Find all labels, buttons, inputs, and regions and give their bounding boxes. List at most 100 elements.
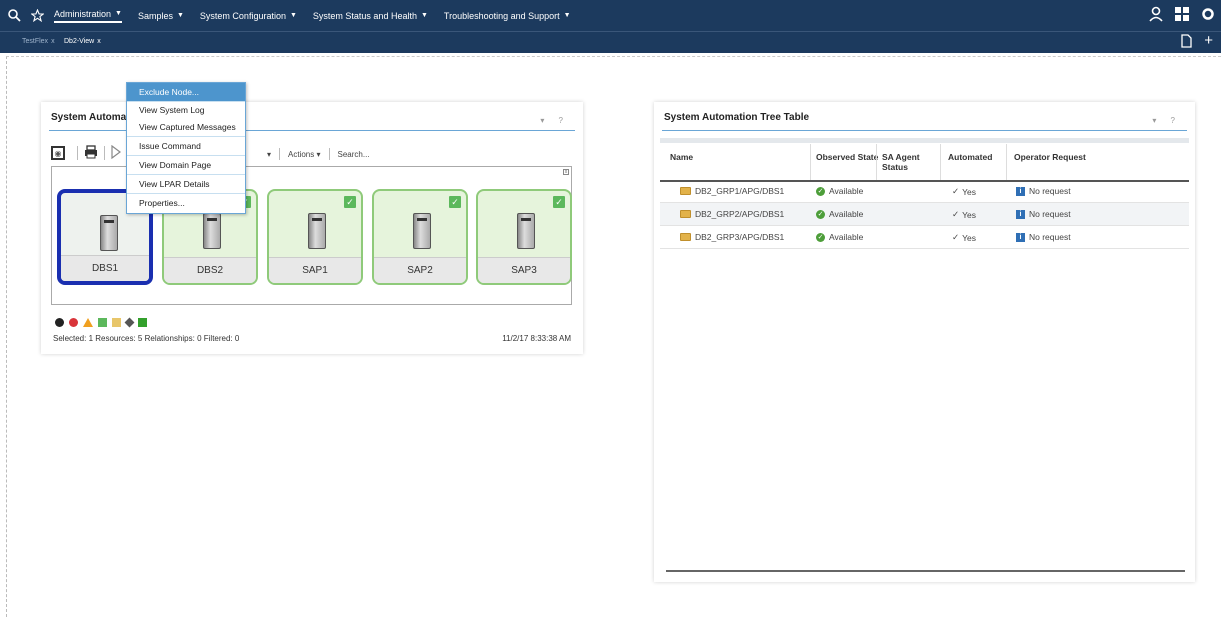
panel-controls[interactable]: ▾ ?	[1152, 116, 1181, 125]
close-icon[interactable]: x	[97, 38, 101, 45]
panel-title: System Automation Tree Table	[664, 112, 810, 123]
selection-status: Selected: 1 Resources: 5 Relationships: …	[53, 334, 240, 343]
table-bottom-rule	[666, 570, 1185, 572]
menu-view-domain-page[interactable]: View Domain Page	[127, 156, 245, 175]
node-label: DBS2	[164, 257, 256, 283]
menu-exclude-node[interactable]: Exclude Node...	[127, 83, 245, 102]
online-icon[interactable]	[138, 318, 147, 327]
diamond-icon[interactable]	[124, 317, 135, 328]
node-sap1[interactable]: ✓ SAP1	[267, 189, 363, 285]
grid-apps-icon[interactable]	[1175, 6, 1189, 22]
check-icon: ✓	[553, 196, 565, 208]
row-automated: Yes	[962, 232, 976, 243]
row-operator-request: No request	[1029, 186, 1071, 196]
system-automation-tree-table-panel: System Automation Tree Table ▾ ? Name Ob…	[654, 102, 1195, 582]
chevron-down-icon: ▼	[420, 12, 428, 19]
check-icon: ✓	[952, 186, 960, 196]
folder-icon	[680, 187, 691, 195]
user-icon[interactable]	[1149, 6, 1163, 22]
close-icon[interactable]: x	[51, 38, 55, 45]
column-automated[interactable]: Automated	[948, 152, 992, 162]
tab-db2-view[interactable]: Db2-View x	[64, 38, 101, 45]
info-icon: i	[1016, 232, 1025, 242]
overview-icon[interactable]: ◉	[51, 146, 65, 160]
actions-label: Actions	[288, 149, 315, 159]
menu-view-system-log[interactable]: View System Log	[127, 102, 245, 119]
column-divider	[876, 144, 877, 180]
check-icon: ✓	[952, 232, 960, 242]
system-automation-topology-panel: System Automati ▾ ? ◉ ▾ Actions ▾ Search…	[41, 102, 583, 354]
tab-testflex[interactable]: TestFlex x	[22, 38, 55, 45]
actions-dropdown-caret[interactable]: ▾	[267, 150, 271, 159]
chevron-down-icon: ▾	[316, 149, 321, 159]
topology-toolbar: ◉	[51, 144, 121, 162]
table-row[interactable]: DB2_GRP2/APG/DBS1 ✓ Available ✓ Yes i No re…	[660, 203, 1189, 226]
lock-icon[interactable]	[112, 318, 121, 327]
column-operator-request[interactable]: Operator Request	[1014, 152, 1086, 162]
column-sa-agent-status[interactable]: SA Agent Status	[882, 152, 932, 172]
row-name: DB2_GRP3/APG/DBS1	[695, 232, 785, 242]
toolbar-divider	[328, 148, 330, 160]
table-row[interactable]: DB2_GRP3/APG/DBS1 ✓ Available ✓ Yes i No re…	[660, 226, 1189, 249]
menu-view-captured-messages[interactable]: View Captured Messages	[127, 119, 245, 137]
new-page-icon[interactable]	[1181, 34, 1192, 51]
title-divider	[662, 130, 1187, 131]
server-icon	[100, 215, 118, 251]
menu-properties[interactable]: Properties...	[127, 194, 245, 213]
available-icon: ✓	[816, 209, 825, 219]
server-icon	[413, 213, 431, 249]
header-strip	[660, 138, 1189, 143]
gear-icon[interactable]	[1201, 6, 1215, 22]
top-navigation-bar: Administration ▼ Samples ▼ System Configur…	[0, 0, 1221, 31]
actions-dropdown[interactable]: Actions ▾	[288, 150, 320, 159]
main-menu: Administration ▼ Samples ▼ System Configur…	[54, 9, 587, 23]
add-icon[interactable]: +	[1204, 33, 1213, 51]
menu-troubleshooting-label: Troubleshooting and Support	[443, 10, 560, 21]
folder-icon	[680, 233, 691, 241]
chevron-down-icon: ▼	[563, 12, 571, 19]
pointer-tool-icon[interactable]	[111, 144, 121, 161]
node-label: DBS1	[61, 255, 149, 281]
favorites-star-icon[interactable]	[31, 9, 44, 22]
menu-issue-command[interactable]: Issue Command	[127, 137, 245, 156]
row-observed-state: Available	[829, 186, 864, 196]
tabbar-actions: +	[1181, 33, 1213, 51]
error-icon[interactable]	[69, 318, 78, 327]
search-field[interactable]: Search...	[338, 150, 370, 159]
menu-administration[interactable]: Administration ▼	[54, 9, 122, 23]
stopped-icon[interactable]	[55, 318, 64, 327]
menu-system-configuration[interactable]: System Configuration ▼	[200, 11, 297, 21]
row-name: DB2_GRP1/APG/DBS1	[695, 186, 785, 196]
row-observed-state: Available	[829, 209, 864, 219]
column-divider	[940, 144, 941, 180]
toolbar-divider	[279, 148, 281, 160]
node-sap3[interactable]: ✓ SAP3	[476, 189, 572, 285]
warning-icon[interactable]	[83, 318, 93, 327]
menu-troubleshooting[interactable]: Troubleshooting and Support ▼	[444, 11, 571, 21]
node-sap2[interactable]: ✓ SAP2	[372, 189, 468, 285]
chevron-down-icon: ▼	[176, 12, 184, 19]
check-icon: ✓	[952, 209, 960, 219]
available-icon: ✓	[816, 186, 825, 196]
ok-icon[interactable]	[98, 318, 107, 327]
toolbar-divider	[104, 146, 105, 160]
menu-samples-label: Samples	[137, 10, 173, 21]
column-name[interactable]: Name	[670, 152, 693, 162]
close-icon[interactable]: x	[563, 169, 569, 175]
panel-controls[interactable]: ▾ ?	[540, 116, 569, 125]
status-legend	[55, 317, 147, 328]
print-icon[interactable]	[84, 145, 98, 161]
node-context-menu: Exclude Node... View System Log View Cap…	[126, 82, 246, 214]
server-icon	[517, 213, 535, 249]
menu-view-lpar-details[interactable]: View LPAR Details	[127, 175, 245, 194]
search-icon[interactable]	[8, 9, 21, 22]
tab-testflex-label: TestFlex	[22, 38, 49, 45]
menu-system-status[interactable]: System Status and Health ▼	[313, 11, 428, 21]
column-observed-state[interactable]: Observed State	[816, 152, 878, 162]
row-automated: Yes	[962, 209, 976, 220]
table-row[interactable]: DB2_GRP1/APG/DBS1 ✓ Available ✓ Yes i No re…	[660, 180, 1189, 203]
menu-samples[interactable]: Samples ▼	[138, 11, 184, 21]
row-operator-request: No request	[1029, 232, 1071, 242]
node-label: SAP1	[269, 257, 361, 283]
check-icon: ✓	[344, 196, 356, 208]
